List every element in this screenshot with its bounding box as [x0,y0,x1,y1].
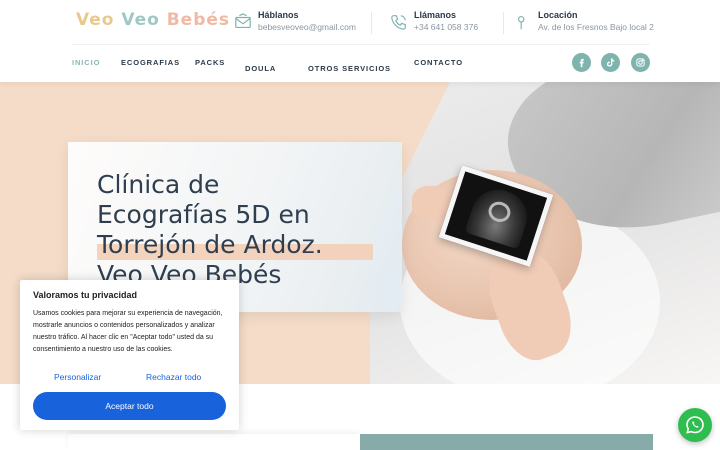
contact-email-title: Háblanos [258,10,299,20]
hero-title-line: Clínica de [97,170,220,199]
header-divider [72,44,650,45]
facebook-icon [579,58,584,68]
contact-phone-title: Llámanos [414,10,457,20]
tiktok-button[interactable] [601,53,620,72]
hero-title-line: Ecografías 5D en [97,200,310,229]
next-section-card [68,434,360,450]
mail-icon [235,13,251,28]
instagram-button[interactable] [631,53,650,72]
hero-title-line: Torrejón de Ardoz. [97,230,323,259]
customize-button[interactable]: Personalizar [54,372,101,382]
nav-item-packs[interactable]: PACKS [195,58,225,67]
reject-all-button[interactable]: Rechazar todo [146,372,201,382]
nav-item-ecografias[interactable]: ECOGRAFIAS [121,58,180,67]
contact-email[interactable]: Háblanos bebesveoveo@gmail.com [234,9,364,37]
page: Veo Veo Bebés Háblanos bebesveoveo@gmail… [0,0,720,450]
contact-phone-value[interactable]: +34 641 058 376 [414,22,478,32]
cookie-description: Usamos cookies para mejorar su experienc… [33,310,223,353]
nav-item-doula[interactable]: DOULA [245,58,276,76]
accept-all-button[interactable]: Aceptar todo [33,392,226,420]
nav-item-otros-servicios[interactable]: OTROS SERVICIOS [308,58,391,76]
cookie-title: Valoramos tu privacidad [33,290,138,300]
tiktok-icon [606,58,615,67]
contact-location-value[interactable]: Av. de los Fresnos Bajo local 2 [538,22,654,32]
nav-item-contacto[interactable]: CONTACTO [414,58,463,67]
contact-phone[interactable]: Llámanos +34 641 058 376 [390,9,500,37]
contact-email-value[interactable]: bebesveoveo@gmail.com [258,22,356,32]
location-pin-icon [517,16,525,30]
logo-word-1: Veo [76,10,115,30]
whatsapp-icon [686,416,704,434]
contact-location[interactable]: Locación Av. de los Fresnos Bajo local 2 [514,9,654,37]
header-separator [371,12,372,34]
next-section-band [360,434,653,450]
nav-item-inicio[interactable]: INICIO [72,58,100,67]
logo-word-2: Veo [121,10,160,30]
nav-item-otros-servicios-label: OTROS SERVICIOS [308,64,391,73]
whatsapp-button[interactable] [678,408,712,442]
instagram-icon [636,58,645,67]
site-header: Veo Veo Bebés Háblanos bebesveoveo@gmail… [0,0,720,82]
contact-location-title: Locación [538,10,578,20]
cookie-consent-banner: Valoramos tu privacidad Usamos cookies p… [20,280,239,430]
hero-title: Clínica de Ecografías 5D en Torrejón de … [97,170,397,290]
header-separator [503,12,504,34]
nav-item-doula-label: DOULA [245,64,277,73]
phone-icon [391,15,406,30]
logo-word-3: Bebés [166,10,231,30]
site-logo[interactable]: Veo Veo Bebés [76,10,230,30]
facebook-button[interactable] [572,53,591,72]
